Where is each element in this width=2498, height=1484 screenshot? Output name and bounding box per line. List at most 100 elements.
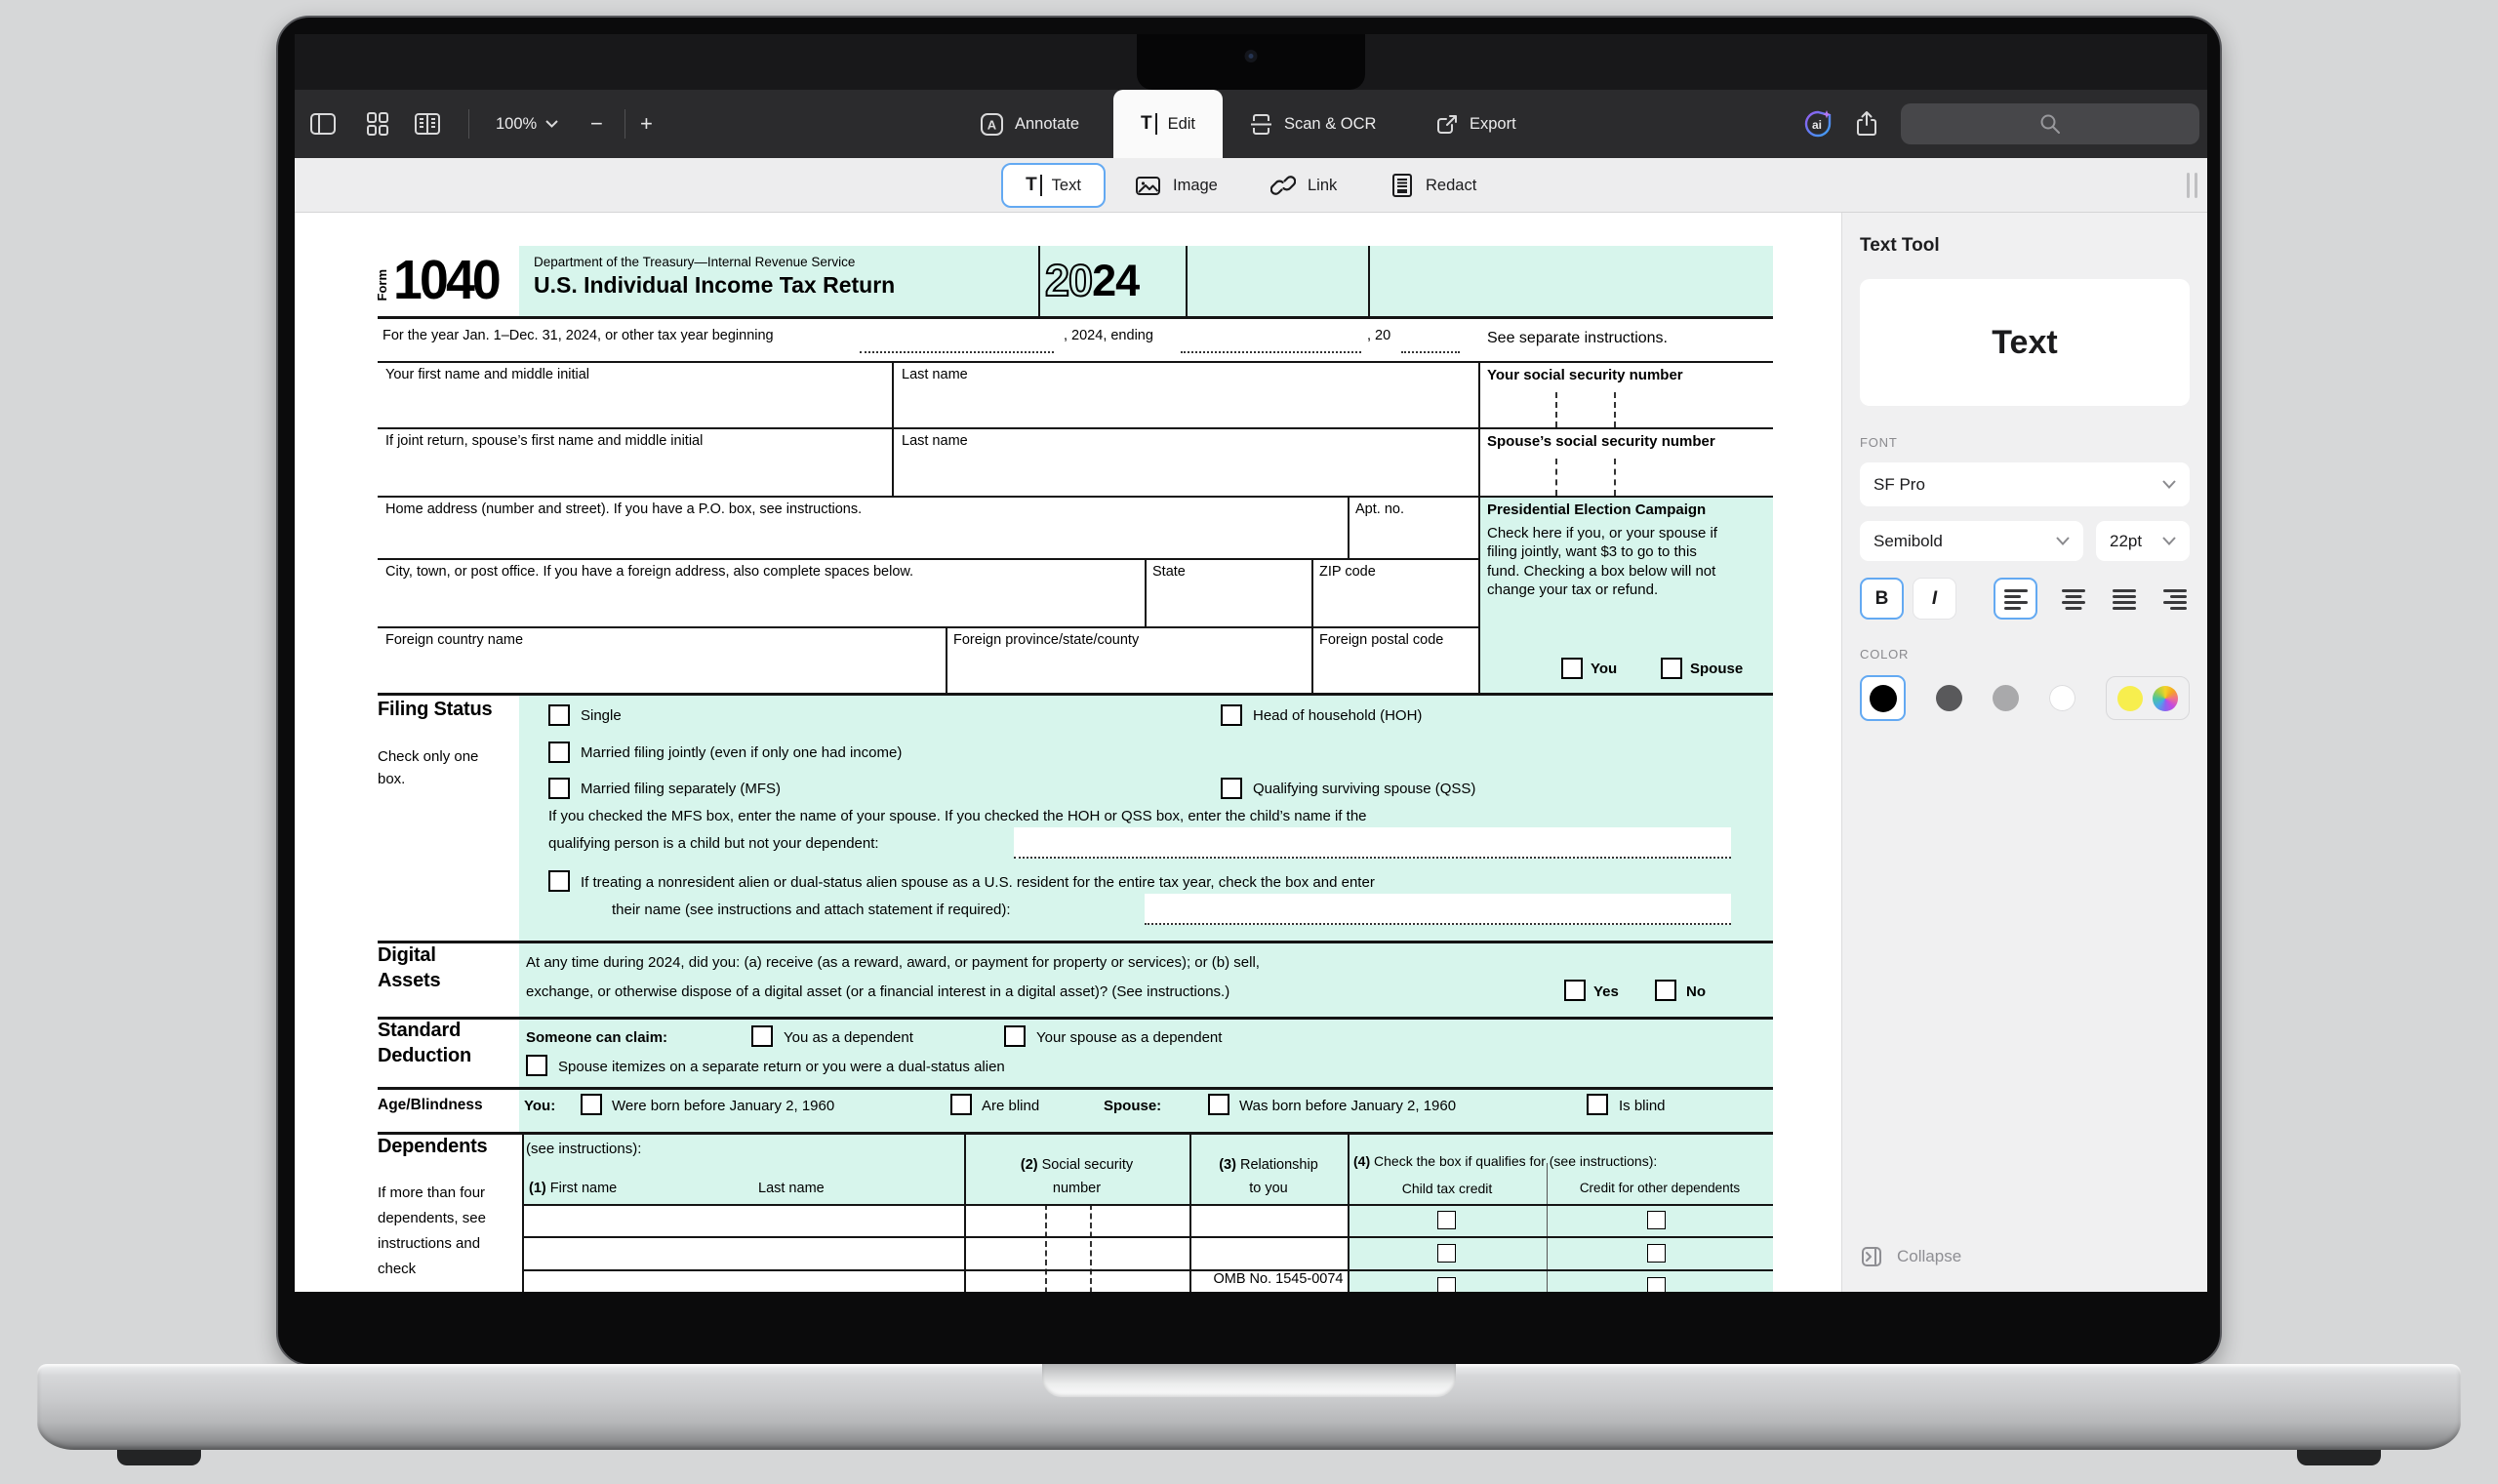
tool-text[interactable]: T Text [1001, 163, 1106, 208]
dependent1-odc-checkbox[interactable] [1647, 1211, 1666, 1229]
fill-line[interactable] [860, 351, 1054, 353]
tab-annotate[interactable]: A Annotate [980, 90, 1079, 158]
font-size-dropdown[interactable]: 22pt [2096, 521, 2190, 561]
filing-hoh-checkbox[interactable] [1221, 704, 1242, 726]
dependents-credit-band [1348, 1204, 1773, 1292]
filing-mfs-checkbox[interactable] [548, 778, 570, 799]
digital-assets-no-checkbox[interactable] [1655, 980, 1676, 1001]
font-weight-dropdown[interactable]: Semibold [1860, 521, 2083, 561]
toolbar-divider [624, 109, 625, 139]
filing-nra-checkbox[interactable] [548, 870, 570, 892]
panel-title: Text Tool [1860, 235, 2190, 257]
dependent2-ctc-checkbox[interactable] [1437, 1244, 1456, 1263]
fill-line[interactable] [1181, 351, 1361, 353]
bold-button[interactable]: B [1860, 578, 1904, 620]
preview-text: Text [1992, 324, 2057, 362]
collapse-panel-button[interactable]: Collapse [1860, 1245, 2190, 1268]
align-left-button[interactable] [1994, 578, 2037, 620]
text-style-preview[interactable]: Text [1860, 279, 2190, 406]
collapse-icon [1860, 1245, 1883, 1268]
field-label: Foreign country name [385, 632, 523, 648]
sidebar-toggle-button[interactable] [309, 90, 337, 158]
campaign-you-checkbox[interactable] [1561, 658, 1583, 679]
svg-text:A: A [987, 117, 997, 132]
color-white-swatch[interactable] [2049, 685, 2075, 711]
tool-link[interactable]: Link [1270, 158, 1337, 213]
tax-year-text: For the year Jan. 1–Dec. 31, 2024, or ot… [383, 328, 774, 343]
spouse-itemizes-checkbox[interactable] [526, 1055, 547, 1076]
color-picker-wheel[interactable] [2153, 686, 2178, 711]
zoom-in-button[interactable]: + [640, 90, 653, 158]
share-icon[interactable] [1854, 90, 1879, 158]
dependent3-odc-checkbox[interactable] [1647, 1277, 1666, 1292]
tab-label: Annotate [1015, 115, 1079, 134]
field-label: City, town, or post office. If you have … [385, 564, 913, 580]
filing-status-heading: Filing Status [378, 699, 492, 721]
digital-assets-yes-checkbox[interactable] [1564, 980, 1586, 1001]
tool-label: Text [1052, 177, 1081, 195]
tab-export[interactable]: Export [1434, 90, 1516, 158]
color-yellow-swatch[interactable] [2117, 686, 2143, 711]
text-tool-icon: T [1026, 175, 1042, 196]
mfs-spouse-name-input[interactable] [1014, 827, 1731, 859]
color-extra-group [2106, 676, 2190, 720]
spouse-born-before-1960-checkbox[interactable] [1208, 1094, 1229, 1115]
tab-edit[interactable]: T Edit [1113, 90, 1223, 158]
you-born-before-1960-checkbox[interactable] [581, 1094, 602, 1115]
thumbnail-grid-button[interactable] [365, 90, 390, 158]
campaign-spouse-checkbox[interactable] [1661, 658, 1682, 679]
two-page-view-button[interactable] [414, 90, 441, 158]
filing-qss-checkbox[interactable] [1221, 778, 1242, 799]
tab-scan-ocr[interactable]: Scan & OCR [1249, 90, 1376, 158]
svg-text:ai: ai [1812, 118, 1822, 132]
field-label: Foreign province/state/county [953, 632, 1139, 648]
dependent1-ctc-checkbox[interactable] [1437, 1211, 1456, 1229]
fill-line[interactable] [1401, 351, 1460, 353]
nra-spouse-name-input[interactable] [1145, 894, 1731, 925]
align-right-icon [2162, 588, 2188, 610]
filing-mfj-checkbox[interactable] [548, 742, 570, 763]
scanner-icon [1249, 112, 1273, 137]
tool-label: Image [1173, 177, 1218, 195]
department-line: Department of the Treasury—Internal Reve… [534, 255, 855, 269]
align-left-icon [2003, 588, 2029, 610]
spouse-blind-checkbox[interactable] [1587, 1094, 1608, 1115]
panel-resize-handle[interactable] [2187, 173, 2197, 198]
tool-image[interactable]: Image [1135, 158, 1218, 213]
tool-redact[interactable]: Redact [1390, 158, 1476, 213]
font-family-dropdown[interactable]: SF Pro [1860, 462, 2190, 506]
document-canvas[interactable]: Form 1040 Department of the Treasury—Int… [295, 213, 1841, 1292]
align-center-button[interactable] [2059, 584, 2088, 614]
align-justify-button[interactable] [2110, 584, 2139, 614]
italic-button[interactable]: I [1913, 578, 1956, 620]
field-label: State [1152, 564, 1186, 580]
camera-strip [295, 34, 2207, 90]
color-gray-swatch[interactable] [1993, 685, 2019, 711]
toolbar-divider [468, 109, 469, 139]
field-label: Your first name and middle initial [385, 367, 589, 382]
align-right-button[interactable] [2160, 584, 2190, 614]
form-word: Form [375, 269, 389, 301]
zoom-level-dropdown[interactable]: 100% [496, 90, 558, 158]
claim-spouse-dependent-checkbox[interactable] [1004, 1025, 1026, 1047]
zoom-out-button[interactable]: − [590, 90, 603, 158]
search-input[interactable] [1901, 103, 2199, 144]
color-darkgray-swatch[interactable] [1936, 685, 1962, 711]
align-center-icon [2061, 588, 2086, 610]
age-blindness-heading: Age/Blindness [378, 1097, 483, 1114]
laptop-hinge-notch [1042, 1364, 1456, 1397]
presidential-title: Presidential Election Campaign [1487, 501, 1706, 518]
tax-year-badge: 2024 [1045, 256, 1139, 306]
color-black-swatch[interactable] [1860, 675, 1906, 721]
search-field[interactable] [1901, 103, 2199, 144]
annotate-icon: A [980, 112, 1004, 137]
dependent2-odc-checkbox[interactable] [1647, 1244, 1666, 1263]
claim-you-dependent-checkbox[interactable] [751, 1025, 773, 1047]
filing-single-checkbox[interactable] [548, 704, 570, 726]
presidential-campaign-box: Presidential Election Campaign Check her… [1479, 498, 1773, 693]
color-section-label: COLOR [1860, 647, 2190, 662]
field-label: Last name [902, 367, 968, 382]
field-label: Spouse’s social security number [1487, 433, 1715, 450]
dependent3-ctc-checkbox[interactable] [1437, 1277, 1456, 1292]
you-blind-checkbox[interactable] [950, 1094, 972, 1115]
